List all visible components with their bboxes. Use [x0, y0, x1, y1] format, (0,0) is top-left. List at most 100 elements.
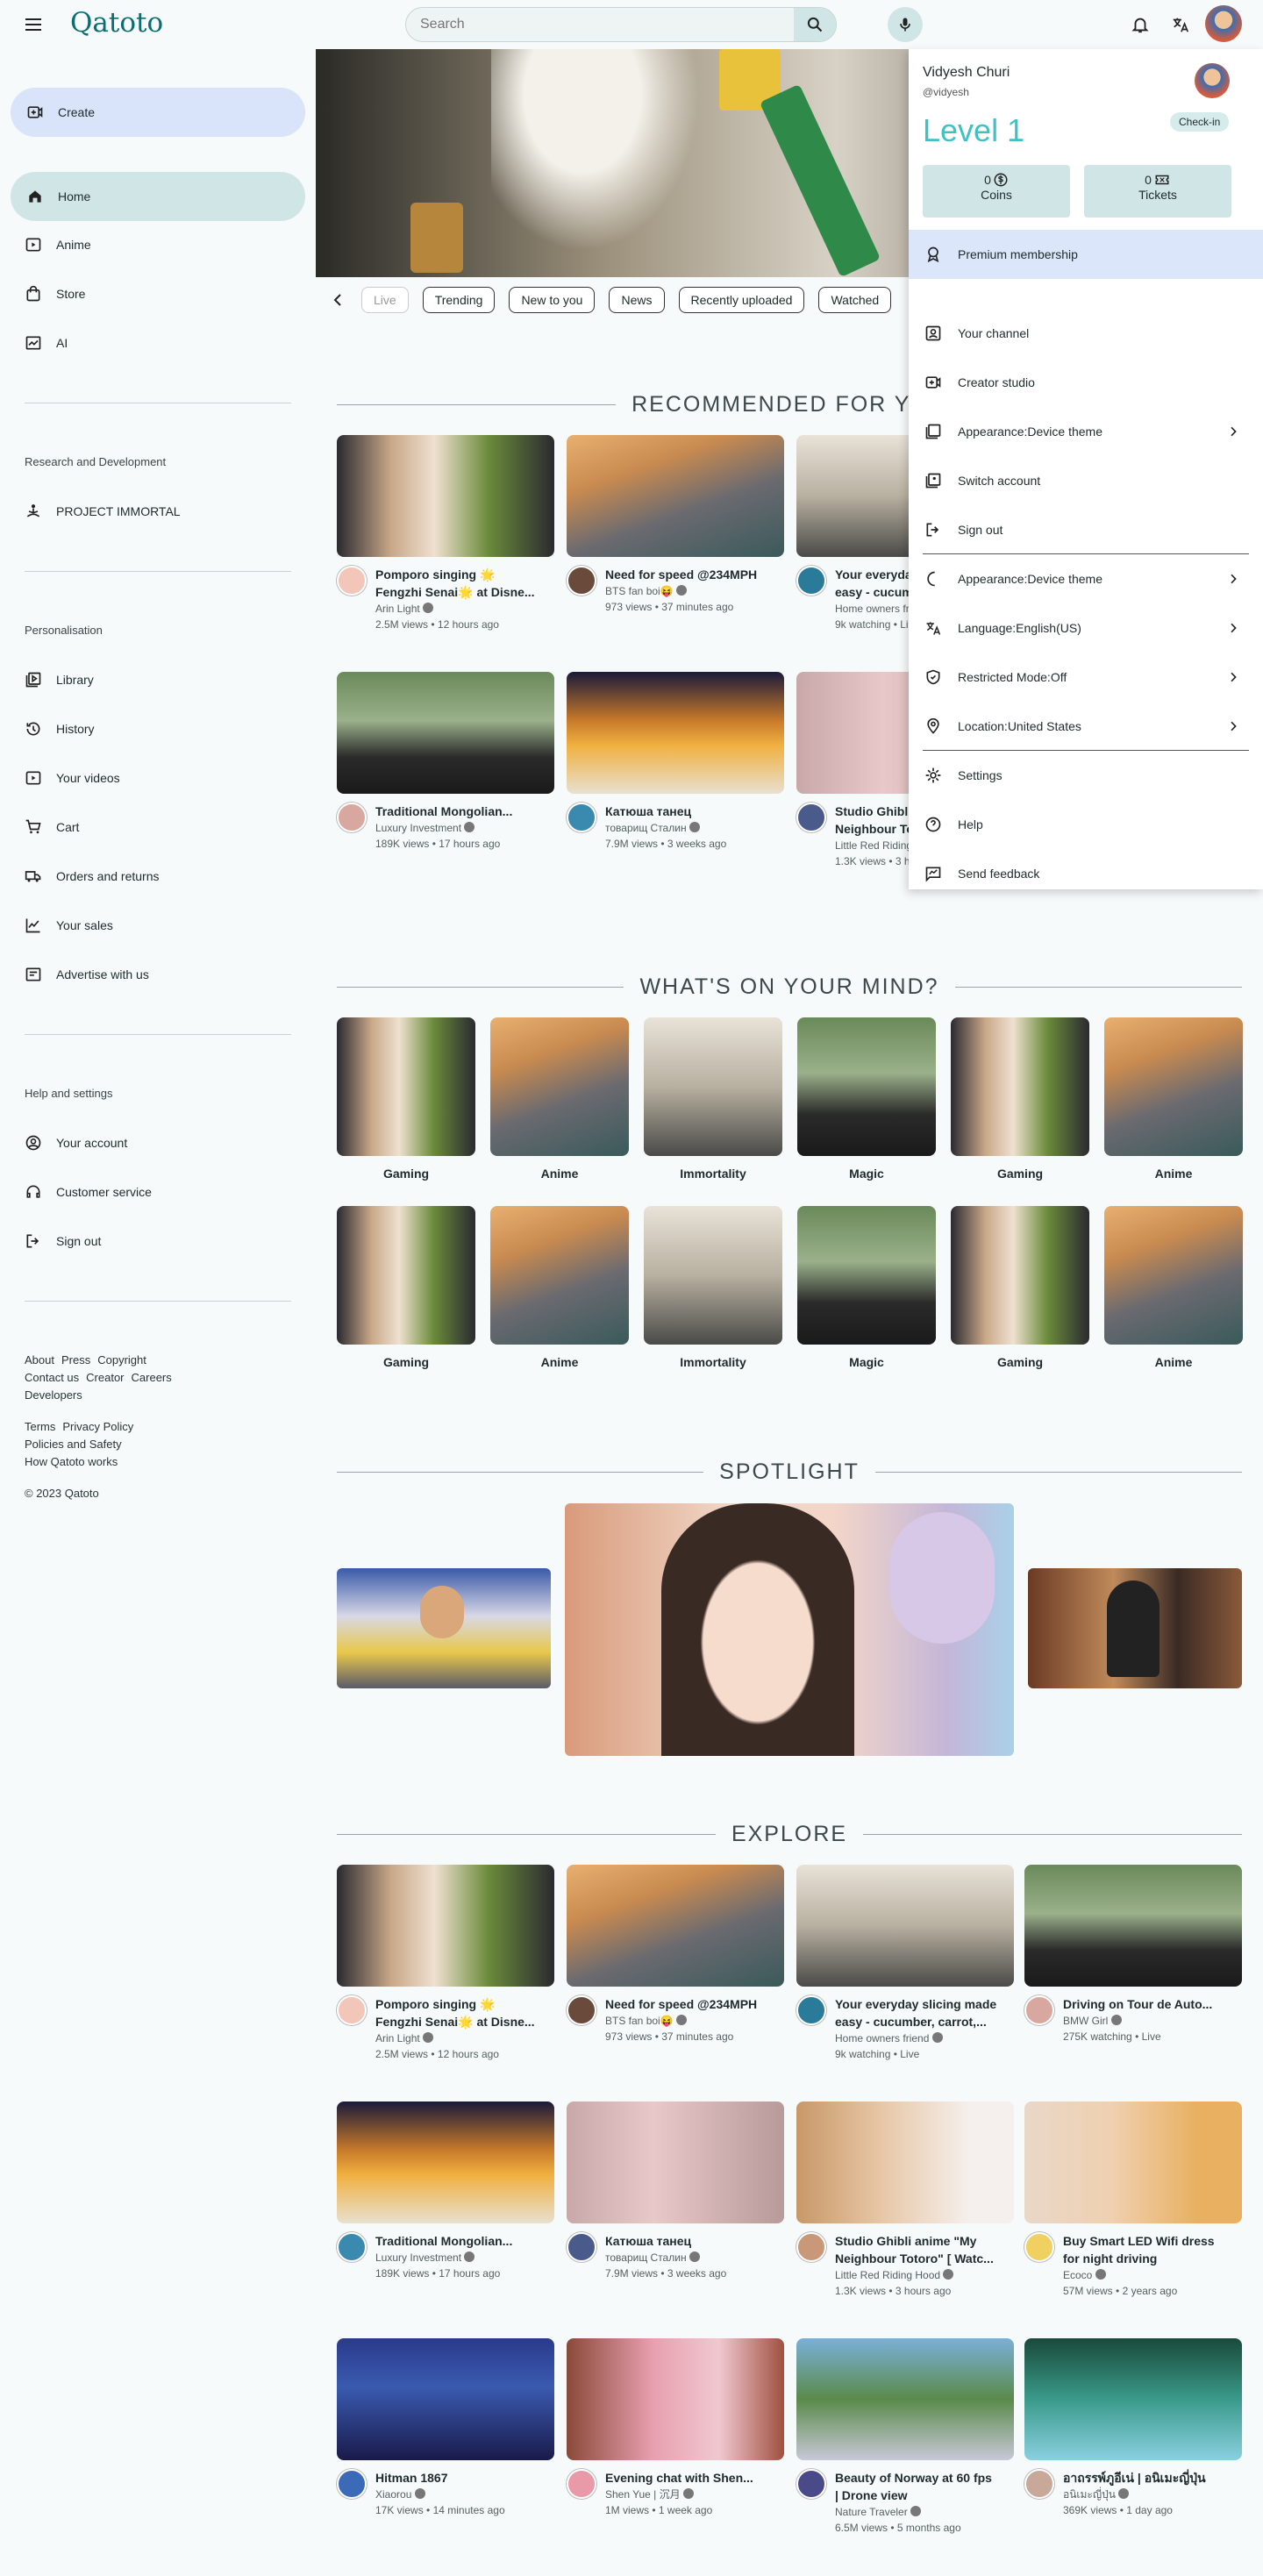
video-thumbnail[interactable] [567, 435, 784, 557]
video-title[interactable]: อาถรรพ์ภูอีเน่ | อนิเมะญี่ปุ่น [1063, 2469, 1206, 2487]
channel-avatar[interactable] [337, 2469, 367, 2499]
channel-name[interactable]: Luxury Investment [375, 820, 512, 836]
video-title[interactable]: Your everyday slicing madeeasy - cucumbe… [835, 1995, 996, 2030]
sidebar-item-library[interactable]: Library [25, 662, 94, 697]
channel-avatar[interactable] [567, 566, 596, 596]
video-card[interactable]: Катюша танец товарищ Сталин 7.9M views • … [567, 672, 784, 852]
topic-card[interactable]: Gaming [337, 1017, 475, 1181]
video-card[interactable]: Driving on Tour de Auto... BMW Girl 275K … [1024, 1865, 1242, 2044]
video-thumbnail[interactable] [567, 2338, 784, 2460]
sidebar-item-advertise[interactable]: Advertise with us [25, 957, 149, 992]
sidebar-item-home[interactable]: Home [11, 172, 305, 221]
video-card[interactable]: Need for speed @234MPH BTS fan boi😝 973 v… [567, 435, 784, 615]
channel-name[interactable]: Arin Light [375, 601, 535, 617]
video-card[interactable]: Beauty of Norway at 60 fps | Drone view Na… [796, 2338, 1014, 2536]
video-thumbnail[interactable] [567, 1865, 784, 1987]
footer-link[interactable]: Developers [25, 1388, 82, 1402]
menu-send-feedback[interactable]: Send feedback [924, 856, 1249, 891]
video-thumbnail[interactable] [337, 2338, 554, 2460]
video-title[interactable]: Need for speed @234MPH [605, 1995, 757, 2013]
notifications-button[interactable] [1123, 7, 1158, 42]
channel-avatar[interactable] [1024, 2469, 1054, 2499]
chip-trending[interactable]: Trending [422, 287, 496, 313]
topic-thumbnail[interactable] [337, 1206, 475, 1345]
channel-name[interactable]: Nature Traveler [835, 2504, 992, 2520]
channel-avatar[interactable] [567, 1995, 596, 2025]
topic-thumbnail[interactable] [490, 1206, 629, 1345]
topic-thumbnail[interactable] [951, 1206, 1089, 1345]
sidebar-item-your-videos[interactable]: Your videos [25, 760, 120, 796]
chip-news[interactable]: News [609, 287, 665, 313]
video-title[interactable]: Pomporo singing 🌟 Fengzhi Senai🌟 at Disne… [375, 1995, 535, 2030]
sidebar-item-your-sales[interactable]: Your sales [25, 908, 113, 943]
topic-card[interactable]: Gaming [951, 1017, 1089, 1181]
channel-avatar[interactable] [337, 803, 367, 832]
video-title[interactable]: Driving on Tour de Auto... [1063, 1995, 1212, 2013]
video-title[interactable]: Pomporo singing 🌟 Fengzhi Senai🌟 at Disne… [375, 566, 535, 601]
menu-restricted-mode[interactable]: Restricted Mode:Off [924, 660, 1249, 695]
channel-name[interactable]: Arin Light [375, 2030, 535, 2046]
sidebar-item-store[interactable]: Store [25, 276, 85, 311]
channel-name[interactable]: Xiaorou [375, 2487, 505, 2502]
sidebar-item-your-account[interactable]: Your account [25, 1125, 127, 1160]
video-title[interactable]: Studio Ghibli anime "MyNeighbour Totoro"… [835, 2232, 994, 2267]
menu-switch-account[interactable]: Switch account [924, 463, 1249, 498]
channel-name[interactable]: BTS fan boi😝 [605, 2013, 757, 2029]
chip-new-to-you[interactable]: New to you [509, 287, 596, 313]
channel-avatar[interactable] [796, 566, 826, 596]
video-card[interactable]: Traditional Mongolian... Luxury Investmen… [337, 2101, 554, 2281]
channel-name[interactable]: Ecoco [1063, 2267, 1215, 2283]
video-card[interactable]: Hitman 1867 Xiaorou 17K views • 14 minute… [337, 2338, 554, 2518]
footer-link[interactable]: Copyright [97, 1353, 146, 1366]
video-card[interactable]: Катюша танец товарищ Сталин 7.9M views • … [567, 2101, 784, 2281]
video-thumbnail[interactable] [337, 1865, 554, 1987]
topic-card[interactable]: Anime [1104, 1206, 1243, 1369]
sidebar-item-customer-service[interactable]: Customer service [25, 1174, 152, 1210]
video-title[interactable]: Buy Smart LED Wifi dress for night drivin… [1063, 2232, 1215, 2267]
video-thumbnail[interactable] [1024, 2101, 1242, 2223]
mic-button[interactable] [888, 7, 923, 42]
channel-avatar[interactable] [337, 566, 367, 596]
topic-thumbnail[interactable] [951, 1017, 1089, 1156]
footer-link[interactable]: About [25, 1353, 54, 1366]
sidebar-item-anime[interactable]: Anime [25, 227, 91, 262]
menu-appearance[interactable]: Appearance:Device theme [924, 414, 1249, 449]
channel-avatar[interactable] [1024, 1995, 1054, 2025]
video-card[interactable]: Traditional Mongolian... Luxury Investmen… [337, 672, 554, 852]
sidebar-item-history[interactable]: History [25, 711, 95, 746]
channel-avatar[interactable] [1024, 2232, 1054, 2262]
video-thumbnail[interactable] [1024, 1865, 1242, 1987]
chip-live[interactable]: Live [361, 287, 409, 313]
channel-avatar[interactable] [567, 2469, 596, 2499]
sidebar-item-orders[interactable]: Orders and returns [25, 859, 160, 894]
logo[interactable]: Qatoto [70, 7, 163, 39]
tickets-box[interactable]: 0 Tickets [1084, 165, 1231, 218]
sidebar-item-cart[interactable]: Cart [25, 810, 79, 845]
video-title[interactable]: Evening chat with Shen... [605, 2469, 753, 2487]
menu-sign-out[interactable]: Sign out [924, 512, 1249, 547]
channel-name[interactable]: BMW Girl [1063, 2013, 1212, 2029]
video-thumbnail[interactable] [567, 2101, 784, 2223]
topic-card[interactable]: Anime [490, 1206, 629, 1369]
channel-name[interactable]: Little Red Riding Hood [835, 2267, 994, 2283]
channel-name[interactable]: товарищ Сталин [605, 2250, 726, 2266]
footer-link[interactable]: Privacy Policy [62, 1420, 133, 1433]
premium-membership[interactable]: Premium membership [909, 230, 1263, 279]
topic-thumbnail[interactable] [797, 1206, 936, 1345]
video-card[interactable]: Pomporo singing 🌟 Fengzhi Senai🌟 at Disne… [337, 435, 554, 632]
checkin-button[interactable]: Check-in [1170, 112, 1230, 132]
video-title[interactable]: Need for speed @234MPH [605, 566, 757, 583]
video-card[interactable]: Evening chat with Shen... Shen Yue | 沉月 1… [567, 2338, 784, 2518]
coins-box[interactable]: 0 Coins [923, 165, 1070, 218]
channel-avatar[interactable] [567, 803, 596, 832]
spotlight-center[interactable] [565, 1503, 1014, 1756]
menu-location[interactable]: Location:United States [924, 709, 1249, 744]
topic-card[interactable]: Gaming [337, 1206, 475, 1369]
video-title[interactable]: Traditional Mongolian... [375, 2232, 512, 2250]
video-card[interactable]: Buy Smart LED Wifi dress for night drivin… [1024, 2101, 1242, 2299]
channel-name[interactable]: อนิเมะญี่ปุ่น [1063, 2487, 1206, 2502]
sidebar-item-ai[interactable]: AI [25, 325, 68, 360]
topic-card[interactable]: Immortality [644, 1206, 782, 1369]
video-card[interactable]: Studio Ghibli anime "MyNeighbour Totoro"… [796, 2101, 1014, 2299]
video-card[interactable]: Your everyday slicing madeeasy - cucumbe… [796, 1865, 1014, 2062]
